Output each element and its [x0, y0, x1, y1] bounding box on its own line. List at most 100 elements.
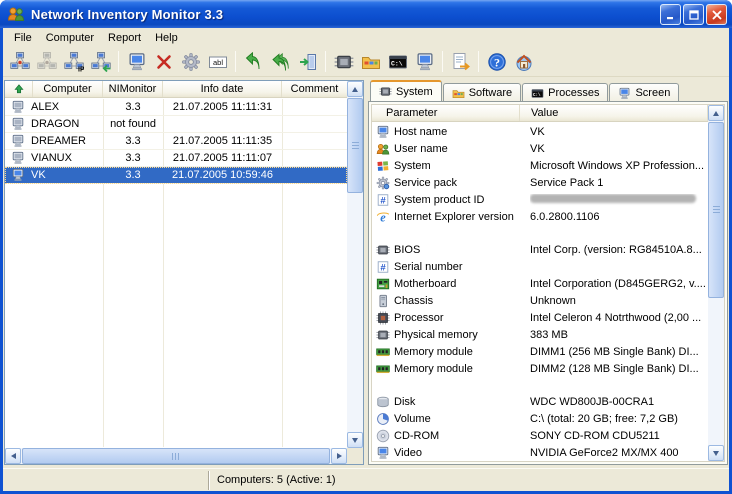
remove-network-button [34, 49, 59, 74]
computer-gray-icon [5, 151, 31, 165]
computer-row[interactable]: DRAGON not found [5, 116, 347, 133]
column-header-value[interactable]: Value [520, 105, 708, 121]
system-param-row[interactable] [372, 225, 708, 241]
menu-report[interactable]: Report [101, 30, 148, 46]
column-header-nimonitor[interactable]: NIMonitor [103, 81, 163, 97]
system-param-row[interactable]: Motherboard Intel Corporation (D845GERG2… [372, 275, 708, 292]
hash-icon: # [376, 260, 391, 274]
system-param-row[interactable]: e Internet Explorer version 6.0.2800.110… [372, 208, 708, 225]
network-scan-icon [10, 52, 30, 72]
help-button[interactable]: ? [484, 49, 509, 74]
processes-button[interactable]: C:\ [385, 49, 410, 74]
computer-row[interactable]: DREAMER 3.3 21.07.2005 11:11:35 [5, 133, 347, 150]
chip-icon [376, 328, 391, 342]
system-param-row[interactable]: Disk WDC WD800JB-00CRA1 [372, 393, 708, 410]
folder-icon [452, 87, 465, 100]
delete-computer-button[interactable] [151, 49, 176, 74]
toolbar-separator [325, 51, 326, 72]
system-param-row[interactable]: Processor Intel Celeron 4 Notrthwood (2,… [372, 309, 708, 326]
scroll-down-button[interactable] [347, 432, 363, 448]
system-param-row[interactable]: BIOS Intel Corp. (version: RG84510A.8... [372, 241, 708, 258]
system-param-row[interactable]: Service pack Service Pack 1 [372, 174, 708, 191]
windows-flag-icon [376, 159, 391, 173]
rename-button[interactable]: abl [205, 49, 230, 74]
software-info-button[interactable] [358, 49, 383, 74]
scrollbar-thumb[interactable] [22, 448, 330, 464]
sort-up-icon[interactable] [5, 81, 33, 97]
get-all-info-button[interactable] [268, 49, 293, 74]
toolbar-separator [235, 51, 236, 72]
window-controls [660, 4, 727, 25]
column-header-computer[interactable]: Computer [33, 81, 103, 97]
report-button[interactable] [448, 49, 473, 74]
green-arrow-icon [244, 52, 264, 72]
system-param-row[interactable]: # Serial number [372, 258, 708, 275]
computer-gray-icon [5, 117, 31, 131]
chip-icon [376, 243, 391, 257]
computer-icon [5, 168, 31, 182]
computers-vertical-scrollbar[interactable] [347, 81, 363, 448]
scrollbar-thumb[interactable] [347, 98, 363, 193]
system-param-row[interactable]: Physical memory 383 MB [372, 326, 708, 343]
website-button[interactable] [511, 49, 536, 74]
system-param-row[interactable]: Memory module DIMM1 (256 MB Single Bank)… [372, 343, 708, 360]
system-param-row[interactable]: Video NVIDIA GeForce2 MX/MX 400 [372, 444, 708, 461]
system-param-row[interactable]: CD-ROM SONY CD-ROM CDU5211 [372, 427, 708, 444]
minimize-button[interactable] [660, 4, 681, 25]
import-computers-button[interactable] [88, 49, 113, 74]
computer-row[interactable]: VK 3.3 21.07.2005 10:59:46 [5, 167, 347, 184]
maximize-button[interactable] [683, 4, 704, 25]
svg-text:IP: IP [78, 66, 84, 72]
tab-processes[interactable]: C:\ Processes [522, 83, 608, 102]
system-param-row[interactable] [372, 377, 708, 393]
system-param-row[interactable]: System Microsoft Windows XP Profession..… [372, 157, 708, 174]
tab-system[interactable]: System [370, 80, 442, 101]
column-header-comment[interactable]: Comment [282, 81, 347, 97]
scroll-up-button[interactable] [708, 105, 724, 121]
system-param-row[interactable]: User name VK [372, 140, 708, 157]
network-scan-icon [37, 52, 57, 72]
system-param-row[interactable]: Host name VK [372, 123, 708, 140]
system-info-button[interactable] [331, 49, 356, 74]
close-button[interactable] [706, 4, 727, 25]
toolbar: IP abl C:\? [3, 47, 729, 77]
scroll-left-button[interactable] [5, 448, 21, 464]
thumb-grip [713, 206, 720, 214]
menu-help[interactable]: Help [148, 30, 185, 46]
add-computer-button[interactable] [124, 49, 149, 74]
exit-button[interactable] [295, 49, 320, 74]
arrow-down-icon [352, 438, 358, 443]
find-computers-button[interactable] [7, 49, 32, 74]
get-info-button[interactable] [241, 49, 266, 74]
system-param-row[interactable]: Chassis Unknown [372, 292, 708, 309]
tab-screen[interactable]: Screen [609, 83, 679, 102]
terminal-icon: C:\ [388, 52, 408, 72]
system-vertical-scrollbar[interactable] [708, 105, 724, 461]
scroll-right-button[interactable] [331, 448, 347, 464]
screen-button[interactable] [412, 49, 437, 74]
title-bar[interactable]: Network Inventory Monitor 3.3 [0, 0, 732, 28]
settings-button[interactable] [178, 49, 203, 74]
exit-door-icon [298, 52, 318, 72]
scroll-up-button[interactable] [347, 81, 363, 97]
help-circle-icon: ? [487, 52, 507, 72]
column-header-parameter[interactable]: Parameter [372, 105, 520, 121]
system-param-row[interactable]: # System product ID [372, 191, 708, 208]
system-param-row[interactable]: Memory module DIMM2 (128 MB Single Bank)… [372, 360, 708, 377]
scrollbar-thumb[interactable] [708, 122, 724, 298]
tab-software[interactable]: Software [443, 83, 521, 102]
menu-computer[interactable]: Computer [39, 30, 101, 46]
scroll-down-button[interactable] [708, 445, 724, 461]
system-param-row[interactable]: Volume C:\ (total: 20 GB; free: 7,2 GB) [372, 410, 708, 427]
computers-horizontal-scrollbar[interactable] [5, 448, 347, 464]
computer-row[interactable]: VIANUX 3.3 21.07.2005 11:11:07 [5, 150, 347, 167]
computer-row[interactable]: ALEX 3.3 21.07.2005 11:11:31 [5, 99, 347, 116]
scan-ip-range-button[interactable]: IP [61, 49, 86, 74]
menu-file[interactable]: File [7, 30, 39, 46]
column-header-info-date[interactable]: Info date [163, 81, 282, 97]
main-area: Computer NIMonitor Info date Comment ALE… [3, 77, 729, 468]
tab-content: Parameter Value Host name VK [368, 101, 728, 465]
cpu-icon [376, 311, 391, 325]
volume-icon [376, 412, 391, 426]
arrow-up-icon [713, 111, 719, 116]
